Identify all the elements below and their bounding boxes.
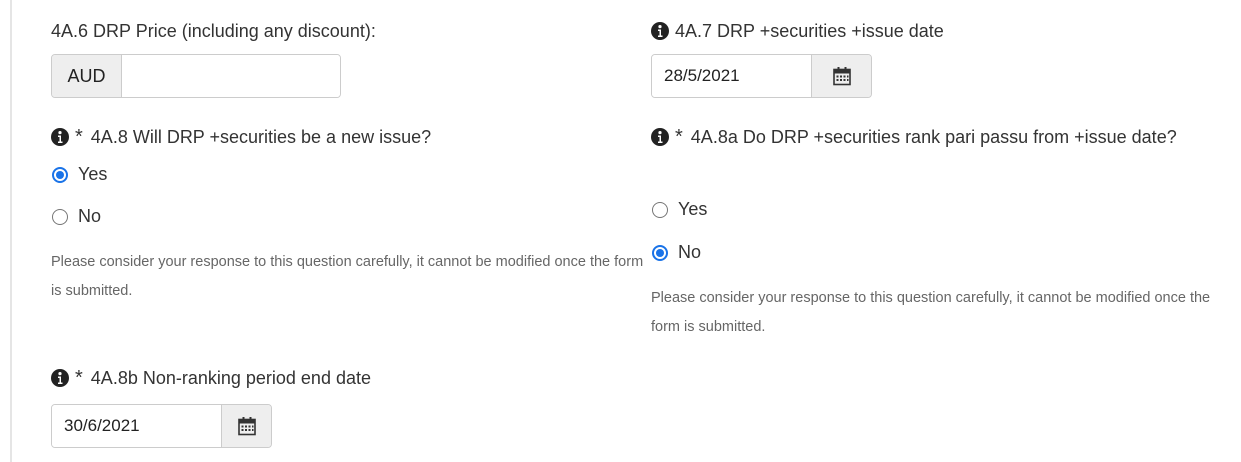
required-marker: *	[675, 126, 683, 148]
radio-label: Yes	[78, 164, 108, 184]
new-issue-help-text: Please consider your response to this qu…	[51, 254, 644, 299]
new-issue-label: * 4A.8 Will DRP +securities be a new iss…	[51, 125, 431, 149]
pari-passu-option-no[interactable]: No	[652, 242, 701, 263]
pari-passu-label: * 4A.8a Do DRP +securities rank pari pas…	[651, 125, 1241, 154]
new-issue-label-text: 4A.8 Will DRP +securities be a new issue…	[90, 127, 432, 147]
radio-button[interactable]	[52, 166, 68, 183]
info-icon[interactable]	[651, 22, 669, 40]
non-ranking-input-group	[51, 404, 272, 448]
radio-button[interactable]	[652, 244, 668, 261]
pari-passu-option-yes[interactable]: Yes	[652, 199, 707, 220]
issue-date-label-text: 4A.7 DRP +securities +issue date	[675, 21, 944, 41]
info-icon[interactable]	[51, 369, 69, 387]
pari-passu-label-text: 4A.8a Do DRP +securities rank pari passu…	[690, 127, 1177, 147]
issue-date-input-group	[651, 54, 872, 98]
radio-button[interactable]	[52, 208, 68, 225]
non-ranking-calendar-button[interactable]	[221, 405, 271, 447]
drp-price-label: 4A.6 DRP Price (including any discount):	[51, 19, 376, 43]
required-marker: *	[75, 126, 83, 148]
calendar-icon	[237, 417, 256, 436]
new-issue-option-yes[interactable]: Yes	[52, 164, 107, 185]
radio-label: No	[678, 242, 702, 262]
drp-price-label-text: 4A.6 DRP Price (including any discount):	[51, 21, 376, 41]
info-icon[interactable]	[651, 128, 669, 146]
new-issue-option-no[interactable]: No	[52, 206, 101, 227]
currency-addon: AUD	[52, 55, 122, 97]
drp-price-input-group: AUD	[51, 54, 341, 98]
radio-label: No	[78, 206, 102, 226]
calendar-icon	[832, 67, 851, 86]
issue-date-label: 4A.7 DRP +securities +issue date	[651, 19, 944, 43]
left-border-rule	[10, 0, 12, 462]
radio-button[interactable]	[652, 201, 668, 218]
info-icon[interactable]	[51, 128, 69, 146]
non-ranking-label: * 4A.8b Non-ranking period end date	[51, 366, 371, 390]
pari-passu-help-text: Please consider your response to this qu…	[651, 290, 1211, 335]
issue-date-input[interactable]	[652, 55, 811, 97]
issue-date-calendar-button[interactable]	[811, 55, 871, 97]
non-ranking-label-text: 4A.8b Non-ranking period end date	[90, 368, 371, 388]
required-marker: *	[75, 367, 83, 389]
non-ranking-date-input[interactable]	[52, 405, 221, 447]
drp-price-input[interactable]	[122, 55, 340, 97]
radio-label: Yes	[678, 199, 708, 219]
